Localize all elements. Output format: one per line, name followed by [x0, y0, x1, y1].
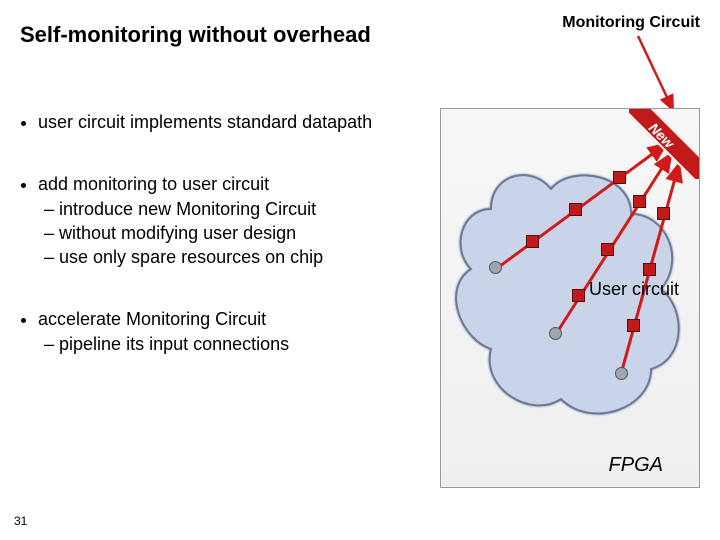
user-circuit-label: User circuit — [589, 279, 679, 300]
sub-bullet: pipeline its input connections — [44, 332, 418, 356]
monitoring-circuit-label: Monitoring Circuit — [562, 14, 700, 32]
slide-number: 31 — [14, 514, 27, 528]
sample-dot — [549, 327, 562, 340]
bullet-text: accelerate Monitoring Circuit — [38, 309, 266, 329]
fpga-label: FPGA — [609, 454, 663, 477]
sub-bullet: use only spare resources on chip — [44, 245, 418, 269]
bullet-item: accelerate Monitoring Circuit pipeline i… — [38, 307, 418, 356]
slide-title: Self-monitoring without overhead — [20, 22, 371, 48]
sample-dot — [615, 367, 628, 380]
pipeline-reg — [657, 207, 670, 220]
sample-dot — [489, 261, 502, 274]
bullet-list: user circuit implements standard datapat… — [18, 110, 418, 394]
new-banner-text: New — [629, 109, 699, 179]
bullet-item: user circuit implements standard datapat… — [38, 110, 418, 134]
pipeline-reg — [526, 235, 539, 248]
sub-bullet: introduce new Monitoring Circuit — [44, 197, 418, 221]
pipeline-reg — [643, 263, 656, 276]
bullet-text: add monitoring to user circuit — [38, 174, 269, 194]
pipeline-reg — [601, 243, 614, 256]
sub-bullet: without modifying user design — [44, 221, 418, 245]
pipeline-reg — [569, 203, 582, 216]
bullet-text: user circuit implements standard datapat… — [38, 112, 372, 132]
pipeline-reg — [572, 289, 585, 302]
pipeline-reg — [627, 319, 640, 332]
bullet-item: add monitoring to user circuit introduce… — [38, 172, 418, 269]
pipeline-reg — [633, 195, 646, 208]
pipeline-reg — [613, 171, 626, 184]
new-banner: New — [629, 109, 699, 179]
fpga-diagram: User circuit FPGA New — [440, 108, 700, 488]
